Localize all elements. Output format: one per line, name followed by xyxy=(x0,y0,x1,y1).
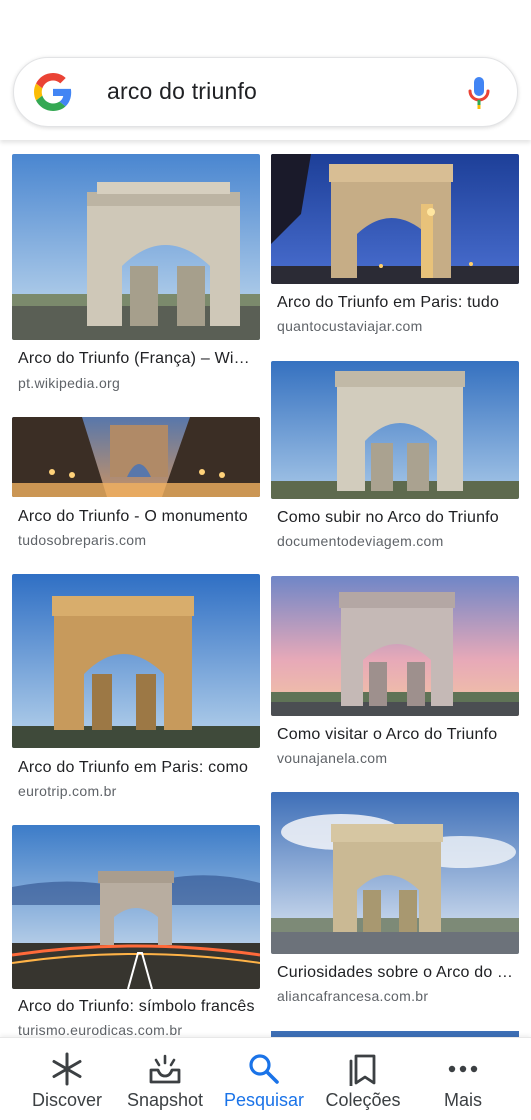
image-result-card[interactable]: Arco do Triunfo - O monumento tudosobrep… xyxy=(12,417,260,552)
nav-label: Snapshot xyxy=(126,1090,204,1110)
result-title: Como visitar o Arco do Triunfo xyxy=(277,726,498,743)
bookmarks-icon xyxy=(349,1054,376,1086)
result-title: Curiosidades sobre o Arco do Triunfo xyxy=(277,964,515,981)
result-thumbnail[interactable] xyxy=(12,825,260,989)
image-results-grid: Arco do Triunfo (França) – Wikipédia pt.… xyxy=(0,140,531,1037)
image-result-card[interactable]: Arco do Triunfo (França) – Wikipédia pt.… xyxy=(12,154,260,394)
microphone-icon[interactable] xyxy=(466,76,492,110)
image-result-card[interactable]: Como subir no Arco do Triunfo documentod… xyxy=(271,361,519,551)
search-icon xyxy=(249,1054,279,1084)
result-thumbnail[interactable] xyxy=(12,574,260,748)
image-result-card[interactable]: Curiosidades sobre o Arco do Triunfo ali… xyxy=(271,792,519,1012)
nav-search[interactable]: Pesquisar xyxy=(219,1038,309,1120)
result-title: Arco do Triunfo em Paris: tudo xyxy=(277,294,500,311)
result-title: Arco do Triunfo - O monumento xyxy=(18,508,248,525)
bottom-navigation: Discover Snapshot Pesquisar Coleções Mai… xyxy=(0,1037,531,1120)
image-result-card[interactable]: Arco do Triunfo em Paris: tudo quantocus… xyxy=(271,154,519,354)
image-result-card[interactable]: Arco do Triunfo: símbolo francês turismo… xyxy=(12,825,260,1037)
search-query-text[interactable]: arco do triunfo xyxy=(107,78,257,105)
image-result-card[interactable]: Arco do Triunfo em Paris: como eurotrip.… xyxy=(12,574,260,804)
result-thumbnail[interactable] xyxy=(271,361,519,499)
result-title: Arco do Triunfo: símbolo francês xyxy=(18,998,255,1015)
nav-snapshot[interactable]: Snapshot xyxy=(120,1038,210,1120)
nav-label: Pesquisar xyxy=(223,1090,305,1110)
result-thumbnail[interactable] xyxy=(12,417,260,497)
result-thumbnail[interactable] xyxy=(271,154,519,284)
google-g-logo xyxy=(34,73,72,111)
nav-label: Coleções xyxy=(325,1090,401,1110)
result-thumbnail[interactable] xyxy=(271,576,519,716)
more-dots-icon xyxy=(448,1065,478,1073)
result-source: eurotrip.com.br xyxy=(18,783,117,799)
nav-more[interactable]: Mais xyxy=(418,1038,508,1120)
result-source: vounajanela.com xyxy=(277,750,388,766)
result-thumbnail[interactable] xyxy=(12,154,260,340)
nav-discover[interactable]: Discover xyxy=(22,1038,112,1120)
result-thumbnail[interactable] xyxy=(271,792,519,954)
result-source: aliancafrancesa.com.br xyxy=(277,988,429,1004)
search-header: arco do triunfo xyxy=(0,0,531,140)
result-title: Arco do Triunfo (França) – Wikipédia xyxy=(18,350,256,367)
result-source: tudosobreparis.com xyxy=(18,532,147,548)
asterisk-icon xyxy=(52,1052,82,1086)
result-title: Como subir no Arco do Triunfo xyxy=(277,509,499,526)
search-bar[interactable]: arco do triunfo xyxy=(13,57,518,127)
nav-collections[interactable]: Coleções xyxy=(318,1038,408,1120)
snapshot-tray-icon xyxy=(149,1054,181,1084)
result-source: turismo.eurodicas.com.br xyxy=(18,1022,183,1037)
result-source: pt.wikipedia.org xyxy=(18,375,121,391)
result-source: documentodeviagem.com xyxy=(277,533,444,549)
nav-label: Discover xyxy=(31,1090,102,1110)
result-title: Arco do Triunfo em Paris: como xyxy=(18,759,249,776)
result-source: quantocustaviajar.com xyxy=(277,318,423,334)
nav-label: Mais xyxy=(443,1090,482,1110)
image-result-card[interactable]: Como visitar o Arco do Triunfo vounajane… xyxy=(271,576,519,776)
